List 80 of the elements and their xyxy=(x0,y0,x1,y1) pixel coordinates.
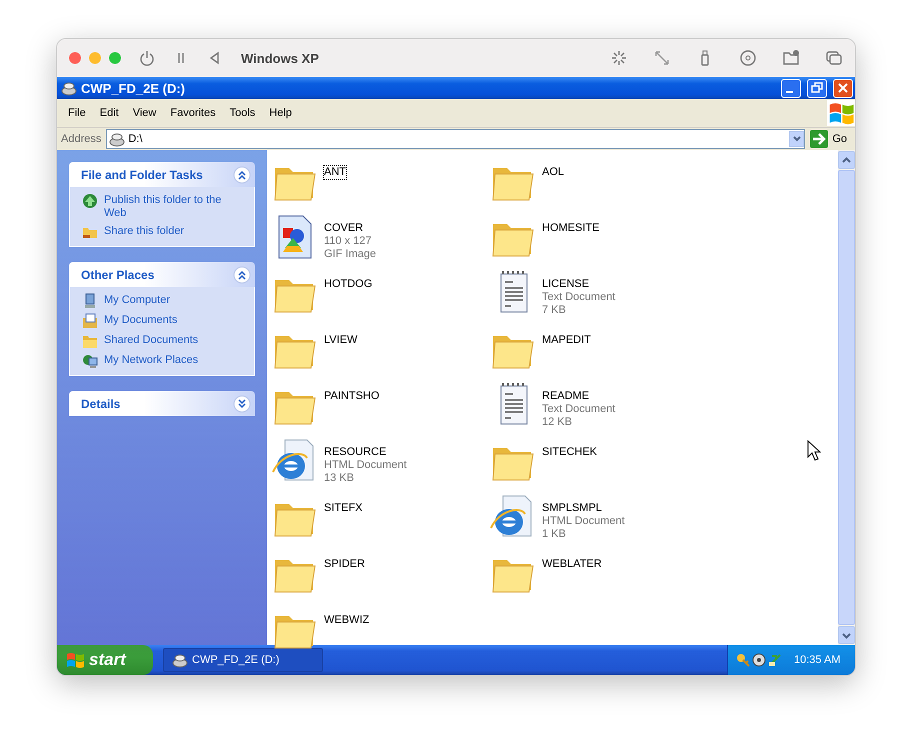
file-name[interactable]: SITECHEK xyxy=(542,446,598,459)
file-name[interactable]: COVER xyxy=(324,222,364,235)
dropdown-button[interactable] xyxy=(789,131,804,147)
host-title: Windows XP xyxy=(241,50,319,66)
file-detail: 7 KB xyxy=(542,304,567,317)
task-link[interactable]: My Computer xyxy=(104,293,170,307)
computer-icon xyxy=(82,293,98,309)
window-control-icon[interactable] xyxy=(69,52,81,64)
file-name[interactable]: PAINTSHO xyxy=(324,390,380,403)
file-detail: HTML Document xyxy=(542,515,625,528)
close-button[interactable] xyxy=(833,78,853,98)
disc-icon[interactable] xyxy=(739,49,757,67)
file-detail: 13 KB xyxy=(324,472,355,485)
file-name[interactable]: LICENSE xyxy=(542,278,590,291)
panel-header[interactable]: File and Folder Tasks xyxy=(69,162,255,187)
file-name[interactable]: AOL xyxy=(542,166,564,179)
menu-item[interactable]: File xyxy=(61,105,93,121)
drive-icon xyxy=(61,80,77,96)
caret-icon xyxy=(842,156,851,164)
minimize-button[interactable] xyxy=(781,78,801,98)
panel-header[interactable]: Other Places xyxy=(69,262,255,287)
file-detail: 12 KB xyxy=(542,416,573,429)
file-detail: Text Document xyxy=(542,291,616,304)
task-link[interactable]: Share this folder xyxy=(104,224,184,238)
task-link[interactable]: Shared Documents xyxy=(104,333,198,347)
folder-icon xyxy=(82,333,98,349)
task-link[interactable]: My Documents xyxy=(104,313,178,327)
scroll-up-button[interactable] xyxy=(838,151,855,169)
file-name[interactable]: README xyxy=(542,390,590,403)
file-name[interactable]: RESOURCE xyxy=(324,446,386,459)
start-button[interactable]: start xyxy=(57,645,153,675)
globe-icon xyxy=(82,193,98,209)
file-name[interactable]: HOMESITE xyxy=(542,222,600,235)
close-icon xyxy=(837,82,849,94)
file-name[interactable]: SMPLSMPL xyxy=(542,502,602,515)
caret-icon xyxy=(792,134,802,144)
resize-icon[interactable] xyxy=(653,49,671,67)
file-name[interactable]: ANT xyxy=(324,166,346,179)
file-name[interactable]: WEBLATER xyxy=(542,558,602,571)
menu-item[interactable]: Help xyxy=(262,105,299,121)
taskbar-button[interactable]: CWP_FD_2E (D:) xyxy=(163,648,323,672)
restore-icon xyxy=(811,82,823,94)
file-name[interactable]: SPIDER xyxy=(324,558,365,571)
panel-header[interactable]: Details xyxy=(69,391,255,416)
file-name[interactable]: LVIEW xyxy=(324,334,358,347)
disc-icon[interactable] xyxy=(752,653,766,667)
minimize-icon xyxy=(786,91,793,93)
file-detail: 110 x 127 xyxy=(324,235,373,248)
window-title: CWP_FD_2E (D:) xyxy=(81,80,186,96)
menu-item[interactable]: Edit xyxy=(92,105,126,121)
address-field[interactable]: D:\ xyxy=(106,129,806,149)
go-button[interactable]: Go xyxy=(808,130,853,148)
caret-icon xyxy=(842,630,851,640)
power-icon[interactable] xyxy=(139,50,155,66)
network-icon xyxy=(82,353,98,369)
file-detail: HTML Document xyxy=(324,459,407,472)
clock: 10:35 AM xyxy=(794,654,840,666)
drive-icon xyxy=(172,652,188,668)
spinner-icon[interactable] xyxy=(610,49,628,67)
shared-folder-icon[interactable] xyxy=(782,49,800,67)
menu-item[interactable]: View xyxy=(126,105,164,121)
menu-item[interactable]: Tools xyxy=(222,105,262,121)
restore-button[interactable] xyxy=(807,78,827,98)
task-link[interactable]: My Network Places xyxy=(104,353,198,367)
file-name[interactable]: HOTDOG xyxy=(324,278,372,291)
file-detail: GIF Image xyxy=(324,248,376,261)
windows-icon[interactable] xyxy=(825,49,843,67)
windows-flag-icon xyxy=(65,650,85,670)
task-link[interactable]: Publish this folder to the Web xyxy=(104,193,246,220)
scroll-down-button[interactable] xyxy=(838,626,855,644)
cursor-icon xyxy=(807,440,821,461)
address-label: Address xyxy=(60,133,102,145)
file-name[interactable]: WEBWIZ xyxy=(324,614,370,627)
file-name[interactable]: SITEFX xyxy=(324,502,363,515)
menu-item[interactable]: Favorites xyxy=(163,105,223,121)
file-name[interactable]: MAPEDIT xyxy=(542,334,591,347)
file-detail: 1 KB xyxy=(542,528,567,541)
documents-icon xyxy=(82,313,98,329)
file-detail: Text Document xyxy=(542,403,616,416)
drive-icon xyxy=(109,131,126,147)
